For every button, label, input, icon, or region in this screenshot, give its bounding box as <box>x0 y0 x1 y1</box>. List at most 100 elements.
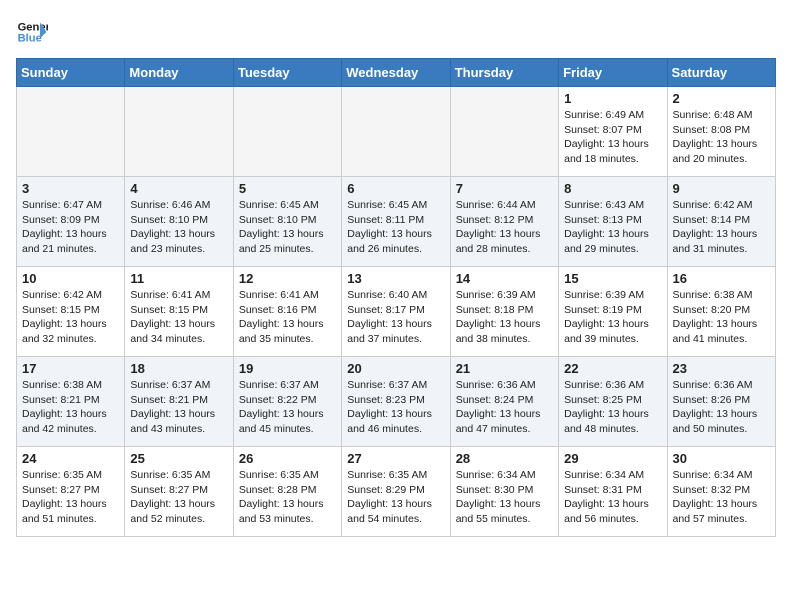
weekday-thursday: Thursday <box>450 59 558 87</box>
calendar-cell: 20Sunrise: 6:37 AM Sunset: 8:23 PM Dayli… <box>342 357 450 447</box>
day-number: 30 <box>673 451 770 466</box>
cell-details: Sunrise: 6:42 AM Sunset: 8:14 PM Dayligh… <box>673 198 770 257</box>
calendar-cell: 29 Sunrise: 6:34 AM Sunset: 8:31 PM Dayli… <box>559 447 667 537</box>
cell-details: Sunrise: 6:36 AM Sunset: 8:26 PM Dayligh… <box>673 378 770 437</box>
cell-details: Sunrise: 6:38 AM Sunset: 8:20 PM Dayligh… <box>673 288 770 347</box>
day-number: 22 <box>564 361 661 376</box>
day-number: 29 <box>564 451 661 466</box>
weekday-monday: Monday <box>125 59 233 87</box>
cell-details: Sunrise: 6:40 AM Sunset: 8:17 PM Dayligh… <box>347 288 444 347</box>
day-number: 6 <box>347 181 444 196</box>
day-number: 25 <box>130 451 227 466</box>
calendar-cell: 19 Sunrise: 6:37 AM Sunset: 8:22 PM Dayli… <box>233 357 341 447</box>
cell-details: Sunrise: 6:37 AM Sunset: 8:21 PM Dayligh… <box>130 378 227 437</box>
day-number: 19 <box>239 361 336 376</box>
week-row-0: 1Sunrise: 6:49 AM Sunset: 8:07 PM Daylig… <box>17 87 776 177</box>
cell-details: Sunrise: 6:39 AM Sunset: 8:18 PM Dayligh… <box>456 288 553 347</box>
day-number: 12 <box>239 271 336 286</box>
cell-details: Sunrise: 6:43 AM Sunset: 8:13 PM Dayligh… <box>564 198 661 257</box>
calendar-cell: 24 Sunrise: 6:35 AM Sunset: 8:27 PM Dayli… <box>17 447 125 537</box>
cell-details: Sunrise: 6:37 AM Sunset: 8:23 PM Dayligh… <box>347 378 444 437</box>
day-number: 4 <box>130 181 227 196</box>
calendar-cell: 15 Sunrise: 6:39 AM Sunset: 8:19 PM Dayli… <box>559 267 667 357</box>
week-row-1: 3Sunrise: 6:47 AM Sunset: 8:09 PM Daylig… <box>17 177 776 267</box>
calendar-cell <box>233 87 341 177</box>
day-number: 5 <box>239 181 336 196</box>
week-row-4: 24 Sunrise: 6:35 AM Sunset: 8:27 PM Dayli… <box>17 447 776 537</box>
day-number: 7 <box>456 181 553 196</box>
calendar-cell: 21 Sunrise: 6:36 AM Sunset: 8:24 PM Dayli… <box>450 357 558 447</box>
weekday-wednesday: Wednesday <box>342 59 450 87</box>
day-number: 23 <box>673 361 770 376</box>
calendar-cell: 4 Sunrise: 6:46 AM Sunset: 8:10 PM Daylig… <box>125 177 233 267</box>
cell-details: Sunrise: 6:47 AM Sunset: 8:09 PM Dayligh… <box>22 198 119 257</box>
day-number: 8 <box>564 181 661 196</box>
cell-details: Sunrise: 6:39 AM Sunset: 8:19 PM Dayligh… <box>564 288 661 347</box>
week-row-2: 10 Sunrise: 6:42 AM Sunset: 8:15 PM Dayli… <box>17 267 776 357</box>
logo-icon: General Blue <box>16 16 48 48</box>
logo: General Blue <box>16 16 48 48</box>
calendar-cell: 5 Sunrise: 6:45 AM Sunset: 8:10 PM Daylig… <box>233 177 341 267</box>
calendar-cell: 9 Sunrise: 6:42 AM Sunset: 8:14 PM Daylig… <box>667 177 775 267</box>
cell-details: Sunrise: 6:35 AM Sunset: 8:27 PM Dayligh… <box>130 468 227 527</box>
cell-details: Sunrise: 6:42 AM Sunset: 8:15 PM Dayligh… <box>22 288 119 347</box>
cell-details: Sunrise: 6:46 AM Sunset: 8:10 PM Dayligh… <box>130 198 227 257</box>
day-number: 9 <box>673 181 770 196</box>
calendar-table: SundayMondayTuesdayWednesdayThursdayFrid… <box>16 58 776 537</box>
day-number: 17 <box>22 361 119 376</box>
svg-text:Blue: Blue <box>18 33 42 45</box>
calendar-cell: 28 Sunrise: 6:34 AM Sunset: 8:30 PM Dayli… <box>450 447 558 537</box>
cell-details: Sunrise: 6:36 AM Sunset: 8:25 PM Dayligh… <box>564 378 661 437</box>
cell-details: Sunrise: 6:36 AM Sunset: 8:24 PM Dayligh… <box>456 378 553 437</box>
calendar-cell <box>342 87 450 177</box>
calendar-cell: 23 Sunrise: 6:36 AM Sunset: 8:26 PM Dayli… <box>667 357 775 447</box>
calendar-cell: 27Sunrise: 6:35 AM Sunset: 8:29 PM Dayli… <box>342 447 450 537</box>
cell-details: Sunrise: 6:38 AM Sunset: 8:21 PM Dayligh… <box>22 378 119 437</box>
calendar-cell: 6 Sunrise: 6:45 AM Sunset: 8:11 PM Daylig… <box>342 177 450 267</box>
day-number: 14 <box>456 271 553 286</box>
calendar-cell <box>17 87 125 177</box>
calendar-cell: 10 Sunrise: 6:42 AM Sunset: 8:15 PM Dayli… <box>17 267 125 357</box>
day-number: 21 <box>456 361 553 376</box>
week-row-3: 17 Sunrise: 6:38 AM Sunset: 8:21 PM Dayli… <box>17 357 776 447</box>
calendar-cell: 8 Sunrise: 6:43 AM Sunset: 8:13 PM Daylig… <box>559 177 667 267</box>
cell-details: Sunrise: 6:35 AM Sunset: 8:27 PM Dayligh… <box>22 468 119 527</box>
calendar-cell: 17 Sunrise: 6:38 AM Sunset: 8:21 PM Dayli… <box>17 357 125 447</box>
weekday-saturday: Saturday <box>667 59 775 87</box>
calendar-cell: 14 Sunrise: 6:39 AM Sunset: 8:18 PM Dayli… <box>450 267 558 357</box>
calendar-cell: 2 Sunrise: 6:48 AM Sunset: 8:08 PM Daylig… <box>667 87 775 177</box>
calendar-cell: 13 Sunrise: 6:40 AM Sunset: 8:17 PM Dayli… <box>342 267 450 357</box>
cell-details: Sunrise: 6:34 AM Sunset: 8:30 PM Dayligh… <box>456 468 553 527</box>
weekday-header-row: SundayMondayTuesdayWednesdayThursdayFrid… <box>17 59 776 87</box>
cell-details: Sunrise: 6:45 AM Sunset: 8:10 PM Dayligh… <box>239 198 336 257</box>
day-number: 11 <box>130 271 227 286</box>
calendar-cell: 26Sunrise: 6:35 AM Sunset: 8:28 PM Dayli… <box>233 447 341 537</box>
cell-details: Sunrise: 6:48 AM Sunset: 8:08 PM Dayligh… <box>673 108 770 167</box>
day-number: 16 <box>673 271 770 286</box>
calendar-cell: 3Sunrise: 6:47 AM Sunset: 8:09 PM Daylig… <box>17 177 125 267</box>
weekday-sunday: Sunday <box>17 59 125 87</box>
calendar-cell: 1Sunrise: 6:49 AM Sunset: 8:07 PM Daylig… <box>559 87 667 177</box>
calendar-body: 1Sunrise: 6:49 AM Sunset: 8:07 PM Daylig… <box>17 87 776 537</box>
day-number: 15 <box>564 271 661 286</box>
day-number: 2 <box>673 91 770 106</box>
day-number: 13 <box>347 271 444 286</box>
cell-details: Sunrise: 6:37 AM Sunset: 8:22 PM Dayligh… <box>239 378 336 437</box>
cell-details: Sunrise: 6:45 AM Sunset: 8:11 PM Dayligh… <box>347 198 444 257</box>
calendar-cell: 11Sunrise: 6:41 AM Sunset: 8:15 PM Dayli… <box>125 267 233 357</box>
page-header: General Blue <box>16 16 776 48</box>
day-number: 28 <box>456 451 553 466</box>
calendar-cell: 30Sunrise: 6:34 AM Sunset: 8:32 PM Dayli… <box>667 447 775 537</box>
day-number: 27 <box>347 451 444 466</box>
calendar-cell: 18Sunrise: 6:37 AM Sunset: 8:21 PM Dayli… <box>125 357 233 447</box>
calendar-cell <box>450 87 558 177</box>
calendar-cell: 16 Sunrise: 6:38 AM Sunset: 8:20 PM Dayli… <box>667 267 775 357</box>
calendar-cell: 25 Sunrise: 6:35 AM Sunset: 8:27 PM Dayli… <box>125 447 233 537</box>
cell-details: Sunrise: 6:34 AM Sunset: 8:31 PM Dayligh… <box>564 468 661 527</box>
day-number: 10 <box>22 271 119 286</box>
calendar-cell: 12 Sunrise: 6:41 AM Sunset: 8:16 PM Dayli… <box>233 267 341 357</box>
cell-details: Sunrise: 6:41 AM Sunset: 8:16 PM Dayligh… <box>239 288 336 347</box>
weekday-tuesday: Tuesday <box>233 59 341 87</box>
day-number: 24 <box>22 451 119 466</box>
calendar-cell: 7Sunrise: 6:44 AM Sunset: 8:12 PM Daylig… <box>450 177 558 267</box>
